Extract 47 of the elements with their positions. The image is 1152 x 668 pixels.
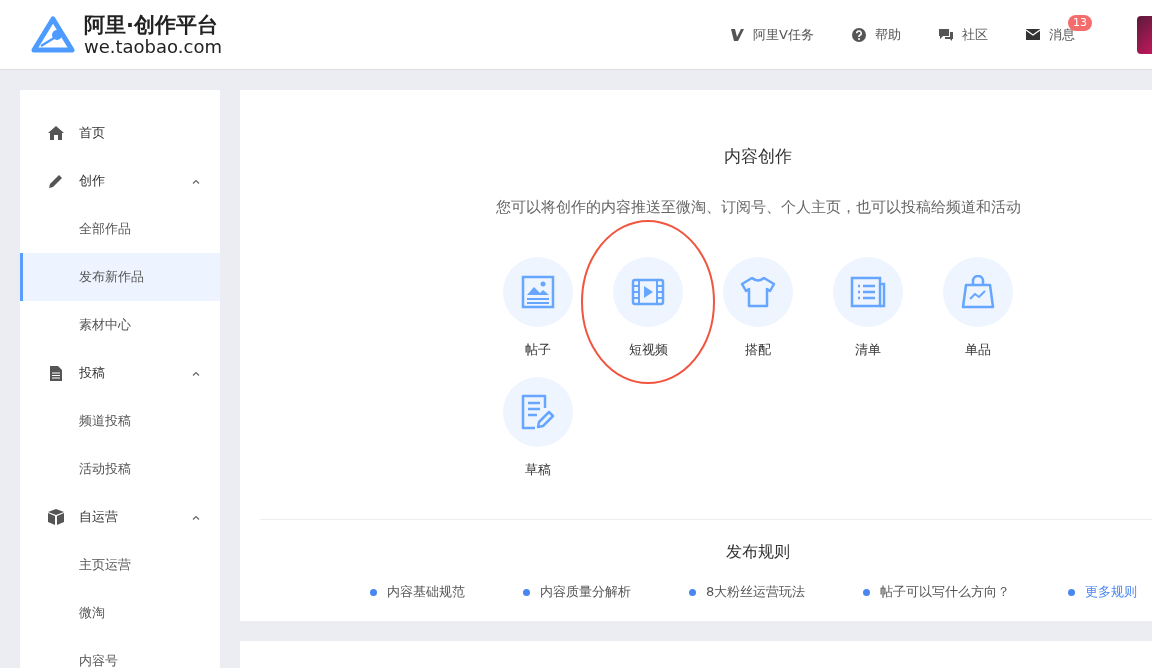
film-icon — [631, 278, 665, 306]
shopping-bag-icon — [961, 275, 995, 309]
document-icon — [48, 365, 64, 381]
t-shirt-icon — [740, 276, 776, 308]
sidebar-subitem[interactable]: 主页运营 — [20, 541, 220, 589]
logo-title: 阿里·创作平台 — [84, 12, 219, 37]
rules-title: 发布规则 — [725, 542, 791, 563]
section-title: 内容创作 — [723, 145, 793, 168]
sidebar-item[interactable]: 首页 — [20, 109, 220, 157]
nav-link[interactable]: 阿里V任务 — [730, 25, 814, 44]
chat-icon — [939, 27, 953, 42]
home-icon — [48, 126, 64, 140]
sidebar-subitem[interactable]: 内容号 — [20, 637, 220, 668]
rule-link[interactable]: 帖子可以写什么方向？ — [863, 583, 1011, 601]
avatar[interactable] — [1137, 15, 1152, 54]
mail-icon — [1026, 29, 1040, 40]
sidebar-subitem[interactable]: 全部作品 — [20, 205, 220, 253]
sidebar-item[interactable]: 创作 — [20, 157, 220, 205]
sidebar-subitem[interactable]: 活动投稿 — [20, 445, 220, 493]
sidebar-item[interactable]: 投稿 — [20, 349, 220, 397]
sidebar-item[interactable]: 自运营 — [20, 493, 220, 541]
rule-link[interactable]: 内容质量分解析 — [523, 583, 631, 601]
nav-link[interactable]: 帮助 — [852, 25, 901, 44]
help-icon — [852, 27, 866, 42]
content-type-label: 草稿 — [525, 461, 551, 479]
sidebar-subitem[interactable]: 素材中心 — [20, 301, 220, 349]
logo-domain: we.taobao.com — [84, 36, 222, 57]
section-description: 您可以将创作的内容推送至微淘、订阅号、个人主页，也可以投稿给频道和活动 — [494, 198, 1022, 217]
sidebar-subitem[interactable]: 频道投稿 — [20, 397, 220, 445]
note-pencil-icon — [521, 394, 555, 430]
content-type-label: 短视频 — [628, 341, 668, 359]
picture-icon — [521, 275, 555, 309]
logo-icon — [30, 14, 76, 55]
content-type-label: 单品 — [965, 341, 991, 359]
content-type-label: 搭配 — [745, 341, 771, 359]
pencil-icon — [48, 173, 64, 189]
rule-link[interactable]: 内容基础规范 — [370, 583, 465, 601]
content-type-label: 清单 — [855, 341, 881, 359]
sidebar-subitem[interactable]: 发布新作品 — [20, 253, 220, 301]
list-icon — [850, 276, 886, 308]
box-icon — [48, 509, 64, 525]
rule-link[interactable]: 更多规则 — [1068, 583, 1138, 601]
v-icon — [730, 27, 745, 42]
nav-link[interactable]: 社区 — [939, 25, 988, 44]
rule-link[interactable]: 8大粉丝运营玩法 — [689, 583, 806, 601]
sidebar-subitem[interactable]: 微淘 — [20, 589, 220, 637]
content-type-label: 帖子 — [525, 341, 551, 359]
